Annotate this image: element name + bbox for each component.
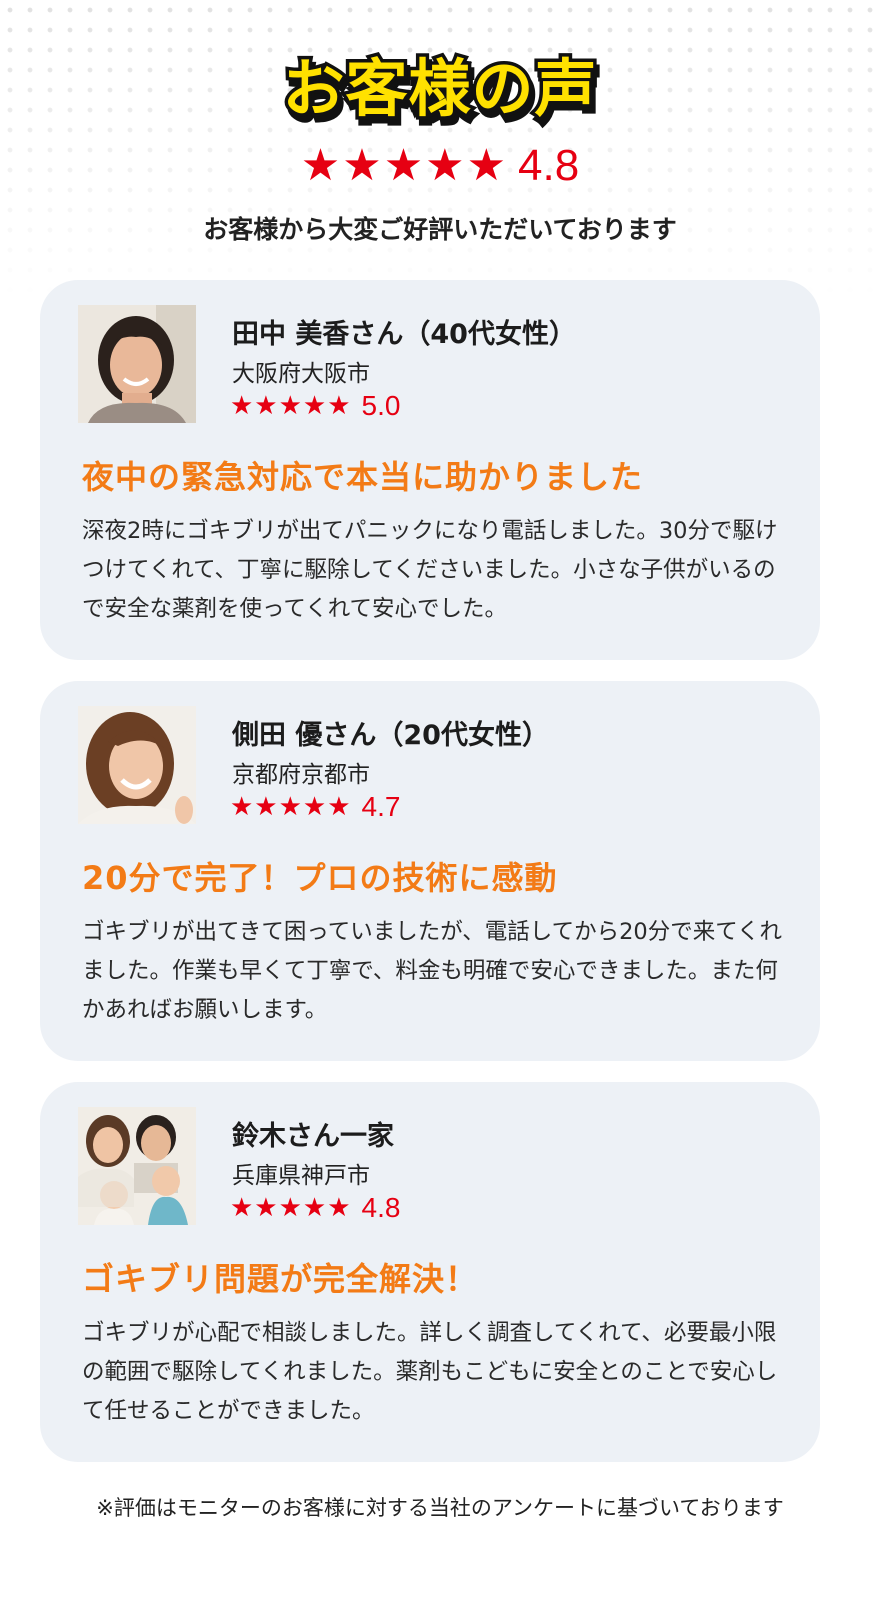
avatar: [78, 1107, 196, 1225]
rating-stars-icon: ★★★★★: [230, 792, 352, 822]
review-body: ゴキブリが心配で相談しました。詳しく調査してくれて、必要最小限の範囲で駆除してく…: [82, 1320, 778, 1424]
overall-rating: ★★★★★ 4.8: [0, 140, 880, 191]
reviewer-name: 田中 美香さん（40代女性）: [232, 319, 576, 350]
reviewer-name: 鈴木さん一家: [232, 1121, 394, 1152]
review-headline: ゴキブリ問題が完全解決！: [82, 1260, 479, 1298]
review-body: 深夜2時にゴキブリが出てパニックになり電話しました。30分で駆けつけてくれて、丁…: [82, 518, 778, 622]
rating-score: 5.0: [361, 390, 401, 421]
rating-stars-icon: ★★★★★: [230, 1193, 352, 1223]
rating-stars-icon: ★★★★★: [230, 391, 352, 421]
avatar: [78, 706, 196, 824]
review-card: 鈴木さん一家 兵庫県神戸市 ★★★★★ 4.8 ゴキブリ問題が完全解決！ ゴキブ…: [40, 1082, 820, 1462]
review-rating: ★★★★★ 4.7: [230, 791, 400, 823]
reviewer-location: 兵庫県神戸市: [232, 1163, 370, 1189]
footnote: ※評価はモニターのお客様に対する当社のアンケートに基づいております: [96, 1496, 784, 1520]
reviewer-name: 側田 優さん（20代女性）: [232, 720, 549, 751]
rating-score: 4.8: [361, 1192, 401, 1223]
rating-score: 4.7: [361, 791, 401, 822]
review-card: 側田 優さん（20代女性） 京都府京都市 ★★★★★ 4.7 20分で完了！プロ…: [40, 681, 820, 1061]
review-headline: 夜中の緊急対応で本当に助かりました: [82, 458, 644, 496]
reviews-header: お客様の声 お客様の声 ★★★★★ 4.8 お客様から大変ご好評いただいておりま…: [0, 0, 880, 280]
reviewer-location: 京都府京都市: [232, 762, 370, 788]
review-card: 田中 美香さん（40代女性） 大阪府大阪市 ★★★★★ 5.0 夜中の緊急対応で…: [40, 280, 820, 660]
review-body: ゴキブリが出てきて困っていましたが、電話してから20分で来てくれました。作業も早…: [82, 919, 783, 1023]
overall-stars-icon: ★★★★★: [300, 140, 509, 191]
reviewer-location: 大阪府大阪市: [232, 361, 370, 387]
page-title: お客様の声: [279, 49, 600, 129]
review-rating: ★★★★★ 4.8: [230, 1192, 400, 1224]
review-headline: 20分で完了！プロの技術に感動: [82, 859, 558, 897]
header-subtitle: お客様から大変ご好評いただいております: [203, 215, 677, 244]
avatar: [78, 305, 196, 423]
overall-score: 4.8: [518, 140, 580, 190]
review-rating: ★★★★★ 5.0: [230, 390, 400, 422]
